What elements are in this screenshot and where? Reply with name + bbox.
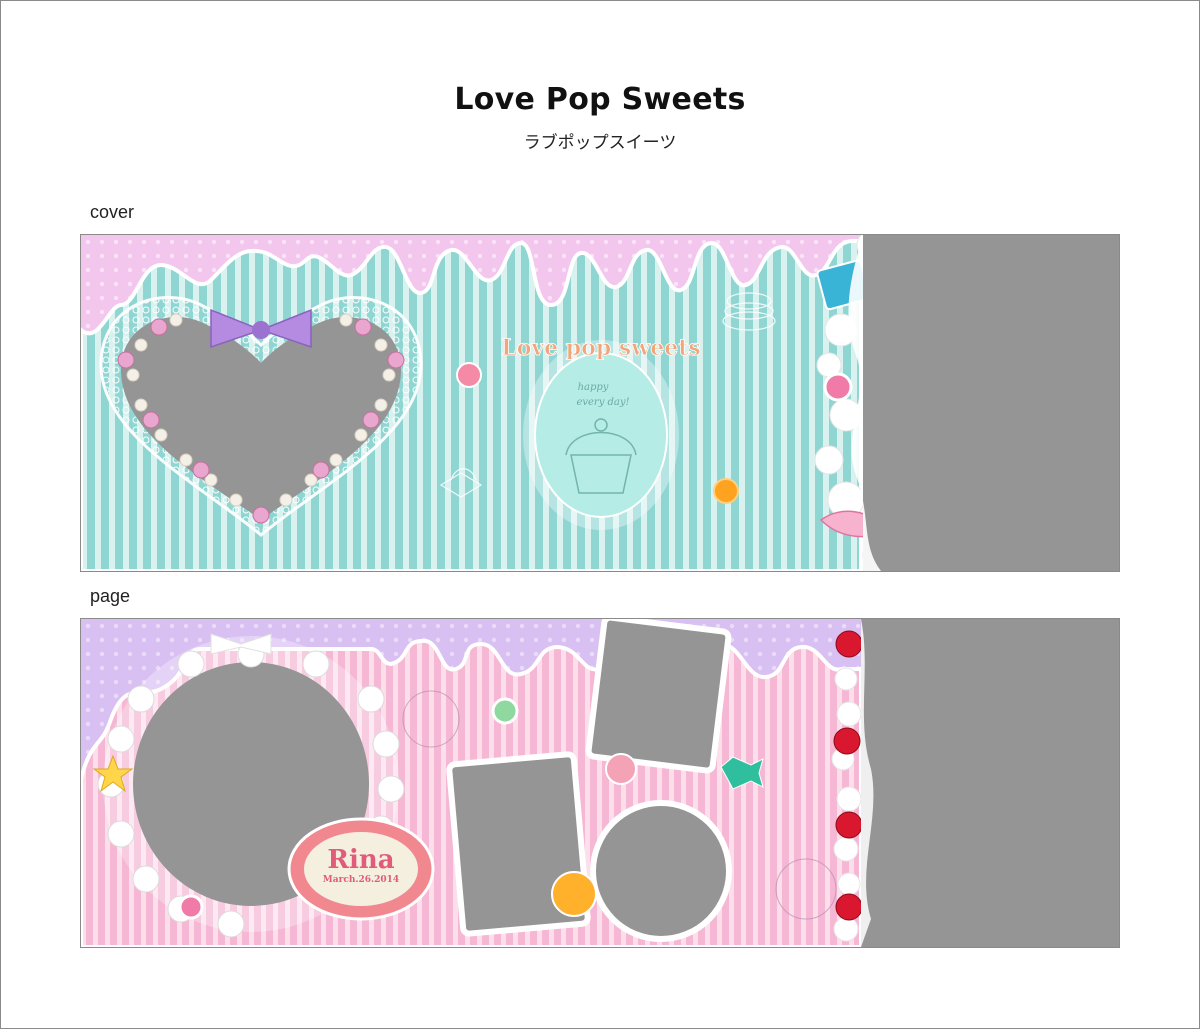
right-page-slot bbox=[861, 619, 1119, 947]
green-candy bbox=[491, 697, 519, 725]
scallop-photo-slot bbox=[590, 800, 732, 942]
pink-candy bbox=[456, 362, 482, 388]
cover-logo-text: Love pop sweets bbox=[501, 335, 701, 361]
striped-candy bbox=[823, 372, 853, 402]
back-cover-slot bbox=[863, 235, 1119, 571]
cover-section-label: cover bbox=[90, 202, 135, 222]
page-artwork bbox=[81, 619, 1119, 947]
page-section-label: page bbox=[90, 586, 131, 606]
page-subtitle: ラブポップスイーツ bbox=[523, 133, 677, 153]
cover-panel[interactable]: Love pop sweets happy every day! bbox=[80, 234, 1120, 572]
page-title: Love Pop Sweets bbox=[454, 82, 746, 117]
page-panel[interactable] bbox=[80, 618, 1120, 948]
cover-script-1: happy bbox=[578, 382, 609, 393]
striped-candy-2 bbox=[178, 894, 204, 920]
macaron-icon bbox=[605, 753, 637, 785]
lollipop-icon bbox=[551, 871, 597, 917]
stamp-photo-slot-top bbox=[585, 619, 732, 774]
cover-artwork: Love pop sweets happy every day! bbox=[81, 235, 1119, 571]
orange-candy bbox=[713, 478, 739, 504]
cover-script-2: every day! bbox=[576, 397, 629, 408]
